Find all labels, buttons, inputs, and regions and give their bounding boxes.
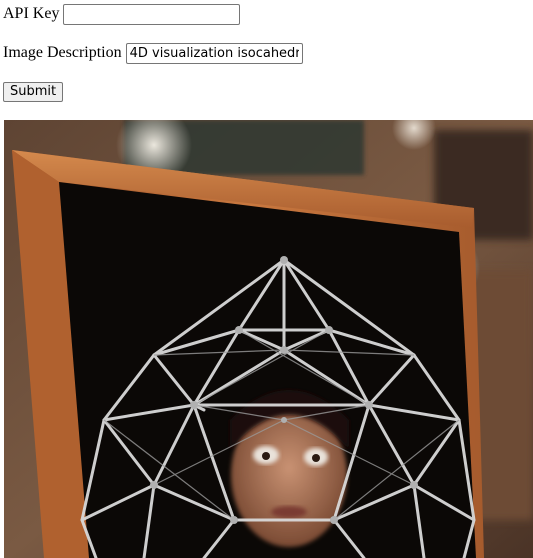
- submit-button[interactable]: Submit: [3, 82, 64, 102]
- image-description-row: Image Description: [3, 42, 303, 64]
- api-key-row: API Key: [3, 3, 241, 25]
- image-description-label: Image Description: [3, 44, 122, 61]
- api-key-label: API Key: [3, 5, 60, 22]
- generated-image: [4, 120, 533, 558]
- api-key-input[interactable]: [63, 3, 241, 25]
- image-description-input[interactable]: [125, 42, 303, 64]
